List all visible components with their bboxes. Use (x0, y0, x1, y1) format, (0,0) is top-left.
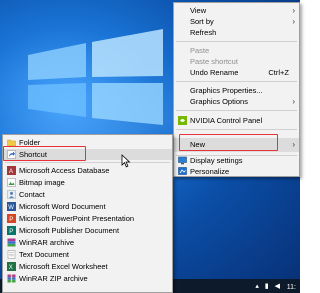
submenu-item-powerpoint[interactable]: P Microsoft PowerPoint Presentation (3, 213, 172, 224)
menu-item-refresh[interactable]: Refresh (174, 27, 299, 38)
text-document-icon (7, 250, 16, 259)
menu-item-label: Graphics Properties... (190, 86, 263, 95)
submenu-item-label: Microsoft Word Document (19, 202, 106, 211)
submenu-item-label: Microsoft PowerPoint Presentation (19, 214, 135, 223)
menu-separator (176, 110, 297, 111)
menu-item-view[interactable]: View › (174, 5, 299, 16)
submenu-item-label: WinRAR ZIP archive (19, 274, 88, 283)
menu-separator (176, 129, 297, 130)
menu-separator (176, 41, 297, 42)
winrar-zip-icon (7, 274, 16, 283)
submenu-item-label: Bitmap image (19, 178, 65, 187)
submenu-item-bitmap[interactable]: Bitmap image (3, 177, 172, 188)
menu-separator (176, 81, 297, 82)
submenu-item-text-document[interactable]: Text Document (3, 249, 172, 260)
submenu-item-label: Folder (19, 138, 41, 147)
menu-item-graphics-options[interactable]: Graphics Options › (174, 96, 299, 107)
menu-item-sort-by[interactable]: Sort by › (174, 16, 299, 27)
menu-item-new[interactable]: New › (174, 138, 299, 152)
display-icon (178, 156, 187, 165)
menu-item-label: Undo Rename (190, 68, 239, 77)
submenu-item-publisher[interactable]: P Microsoft Publisher Document (3, 225, 172, 236)
word-icon: W (7, 202, 16, 211)
menu-item-nvidia-control-panel[interactable]: NVIDIA Control Panel (174, 115, 299, 126)
submenu-item-label: Contact (19, 190, 45, 199)
submenu-item-shortcut[interactable]: Shortcut (3, 149, 172, 160)
mouse-cursor-icon (121, 154, 131, 168)
menu-item-label: NVIDIA Control Panel (190, 116, 263, 125)
bitmap-icon (7, 178, 16, 187)
desktop-context-menu: View › Sort by › Refresh Paste Paste sho… (173, 2, 300, 177)
chevron-right-icon: › (292, 17, 295, 26)
submenu-item-winrar-zip[interactable]: WinRAR ZIP archive (3, 273, 172, 284)
chevron-right-icon: › (292, 140, 295, 149)
shortcut-icon (7, 150, 16, 159)
menu-item-label: Display settings (190, 156, 243, 165)
winrar-icon (7, 238, 16, 247)
tray-icons[interactable]: ▴ ▮ ◀ (255, 282, 282, 290)
menu-item-label: Paste (190, 46, 210, 55)
svg-text:P: P (9, 217, 13, 223)
menu-item-paste[interactable]: Paste (174, 45, 299, 56)
submenu-item-label: Microsoft Access Database (19, 166, 110, 175)
menu-item-paste-shortcut[interactable]: Paste shortcut (174, 56, 299, 67)
menu-item-graphics-properties[interactable]: Graphics Properties... (174, 85, 299, 96)
submenu-item-word[interactable]: W Microsoft Word Document (3, 201, 172, 212)
folder-icon (7, 139, 16, 147)
menu-item-label: Sort by (190, 17, 214, 26)
menu-item-label: Graphics Options (190, 97, 248, 106)
submenu-item-access[interactable]: A Microsoft Access Database (3, 165, 172, 176)
menu-item-label: Refresh (190, 28, 217, 37)
submenu-item-label: Microsoft Publisher Document (19, 226, 120, 235)
keyboard-shortcut: Ctrl+Z (268, 68, 289, 77)
svg-text:X: X (9, 265, 13, 271)
svg-text:A: A (9, 169, 13, 175)
excel-icon: X (7, 262, 16, 271)
submenu-item-winrar[interactable]: WinRAR archive (3, 237, 172, 248)
menu-item-personalize[interactable]: Personalize (174, 166, 299, 177)
powerpoint-icon: P (7, 214, 16, 223)
access-icon: A (7, 166, 16, 175)
clock[interactable]: 11: (287, 284, 296, 291)
chevron-right-icon: › (292, 6, 295, 15)
chevron-right-icon: › (292, 97, 295, 106)
menu-item-label: View (190, 6, 207, 15)
submenu-item-label: WinRAR archive (19, 238, 75, 247)
svg-text:P: P (9, 229, 13, 235)
new-submenu: Folder Shortcut A Microsoft Access Datab… (2, 134, 173, 293)
personalize-icon (178, 167, 187, 175)
submenu-item-contact[interactable]: Contact (3, 189, 172, 200)
nvidia-icon (178, 116, 187, 125)
submenu-item-label: Microsoft Excel Worksheet (19, 262, 108, 271)
contact-icon (7, 190, 16, 199)
menu-item-undo-rename[interactable]: Undo Rename Ctrl+Z (174, 67, 299, 78)
menu-item-display-settings[interactable]: Display settings (174, 155, 299, 166)
menu-item-label: Paste shortcut (190, 57, 238, 66)
submenu-item-excel[interactable]: X Microsoft Excel Worksheet (3, 261, 172, 272)
submenu-item-label: Shortcut (19, 150, 47, 159)
submenu-item-label: Text Document (19, 250, 70, 259)
publisher-icon: P (7, 226, 16, 235)
menu-separator (5, 162, 170, 163)
svg-text:W: W (8, 205, 14, 211)
submenu-item-folder[interactable]: Folder (3, 137, 172, 148)
windows-logo-icon (28, 29, 163, 125)
menu-item-label: Personalize (190, 167, 230, 176)
menu-item-label: New (190, 140, 206, 149)
